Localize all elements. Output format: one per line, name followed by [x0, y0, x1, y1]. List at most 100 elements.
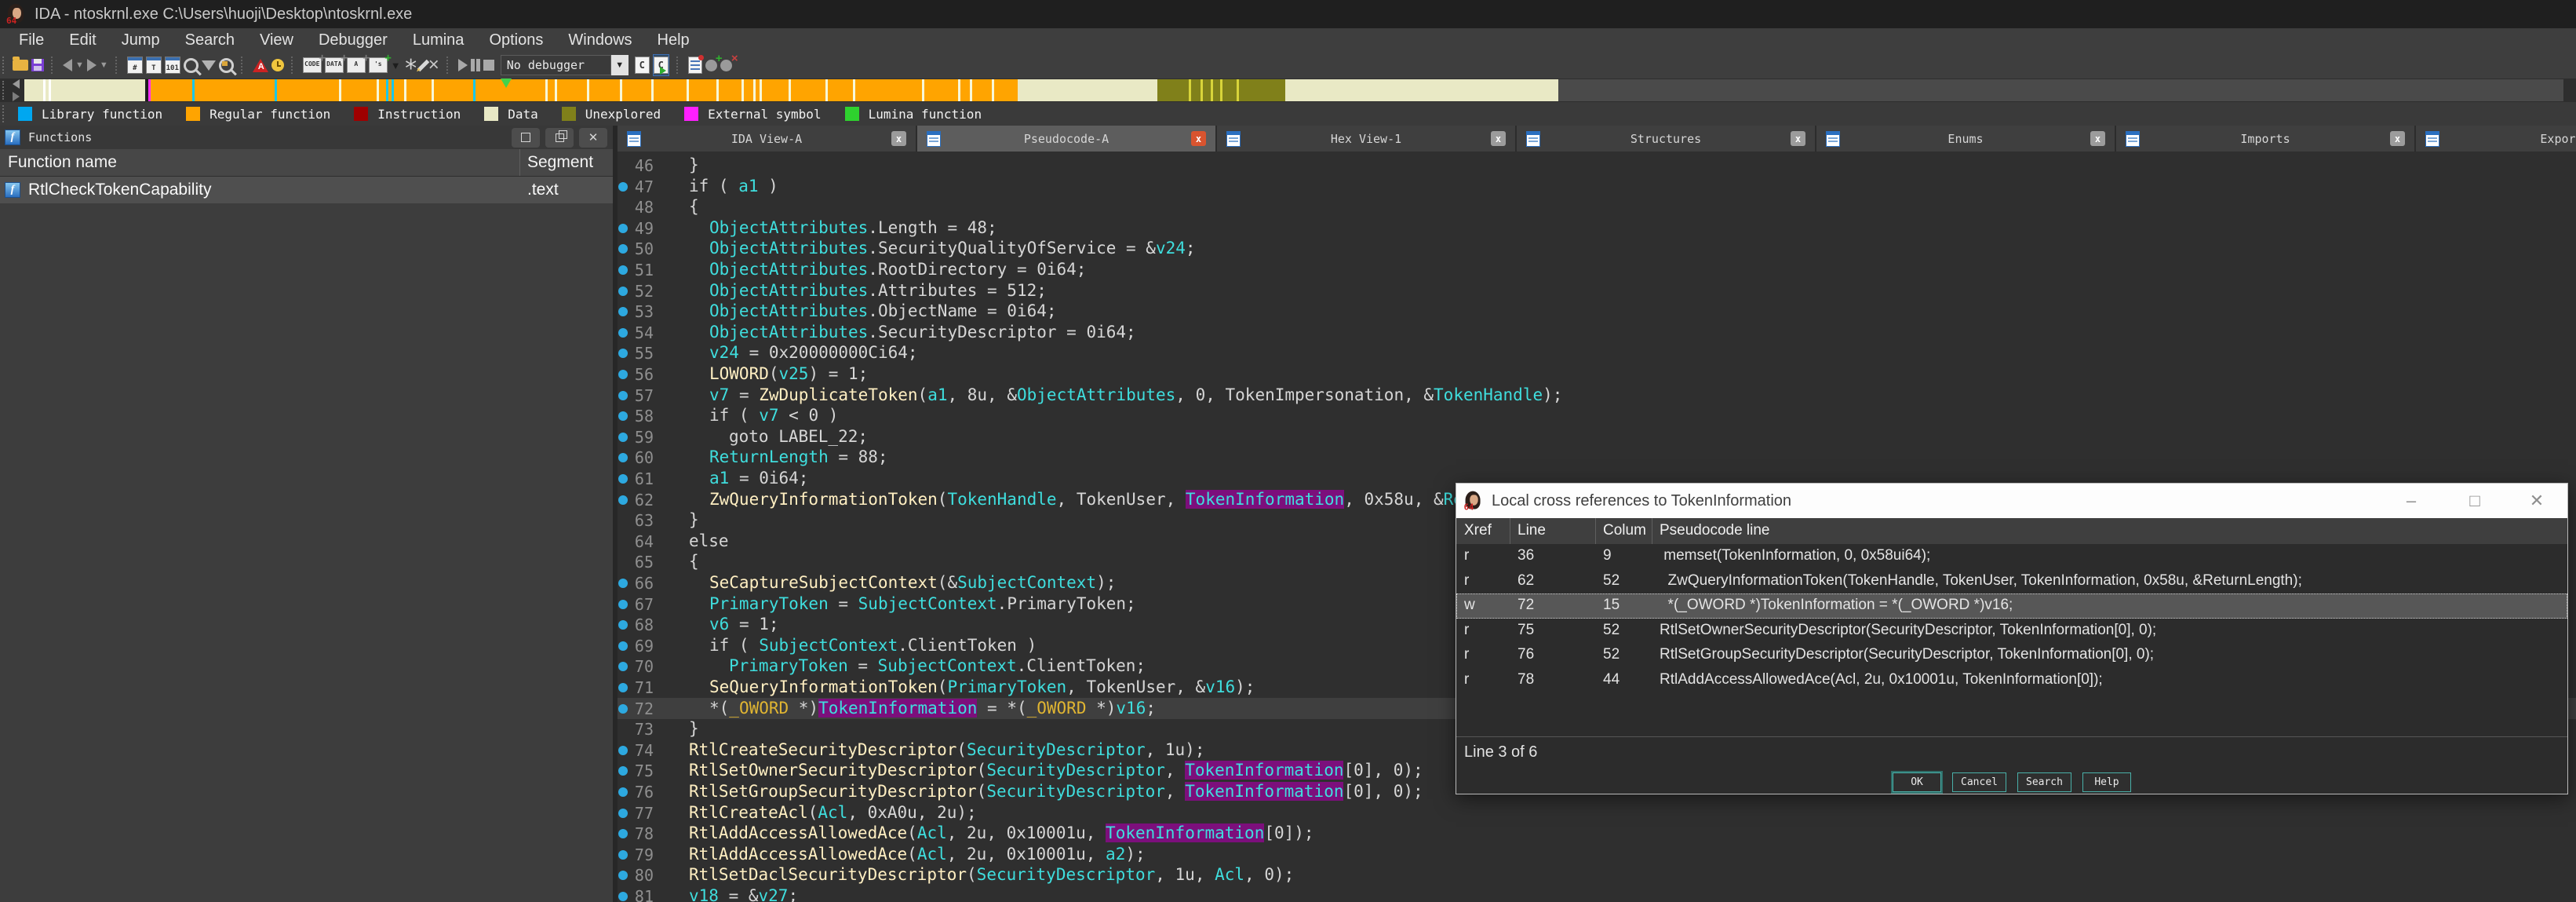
undefine-icon[interactable]: ×	[428, 55, 439, 75]
code-line-50[interactable]: 50ObjectAttributes.SecurityQualityOfServ…	[618, 238, 2576, 259]
xref-minimize-icon[interactable]: –	[2398, 484, 2425, 518]
code-line-58[interactable]: 58if ( v7 < 0 )	[618, 405, 2576, 426]
code-line-60[interactable]: 60ReturnLength = 88;	[618, 447, 2576, 468]
menu-search[interactable]: Search	[173, 28, 247, 52]
menu-jump[interactable]: Jump	[109, 28, 173, 52]
xref-row-line-36[interactable]: r369 memset(TokenInformation, 0, 0x58ui6…	[1456, 544, 2567, 569]
window-hex-icon[interactable]: #	[127, 55, 143, 75]
menu-file[interactable]: File	[6, 28, 56, 52]
menu-lumina[interactable]: Lumina	[400, 28, 477, 52]
stop-process-icon[interactable]	[483, 55, 494, 75]
code-line-51[interactable]: 51ObjectAttributes.RootDirectory = 0i64;	[618, 259, 2576, 280]
analysis-indicator-icon[interactable]	[271, 55, 284, 75]
tab-exports[interactable]: Exportsx	[2416, 126, 2576, 152]
rename-icon[interactable]	[421, 55, 425, 75]
jump-address-icon[interactable]	[202, 55, 216, 75]
tab-close-icon[interactable]: x	[1491, 131, 1506, 146]
debugger-combo-value[interactable]: No debugger	[501, 55, 611, 75]
tab-structures[interactable]: Structuresx	[1517, 126, 1815, 152]
xref-close-icon[interactable]: ✕	[2523, 484, 2550, 518]
tab-enums[interactable]: Enumsx	[1816, 126, 2115, 152]
functions-close-button[interactable]: ✕	[579, 128, 607, 148]
save-icon[interactable]	[31, 55, 44, 75]
functions-maximize-button[interactable]	[512, 128, 540, 148]
menu-options[interactable]: Options	[476, 28, 556, 52]
delete-breakpoint-icon[interactable]	[720, 55, 732, 75]
menu-debugger[interactable]: Debugger	[306, 28, 400, 52]
navigate-back-icon[interactable]	[63, 55, 72, 75]
code-line-47[interactable]: 47if ( a1 )	[618, 176, 2576, 197]
code-line-79[interactable]: 79RtlAddAccessAllowedAce(Acl, 2u, 0x1000…	[618, 844, 2576, 865]
quick-pseudocode-icon[interactable]: C	[653, 54, 669, 76]
search-icon[interactable]	[184, 55, 199, 75]
menu-help[interactable]: Help	[645, 28, 702, 52]
xref-row-line-72[interactable]: w7215 *(_OWORD *)TokenInformation = *(_O…	[1456, 593, 2567, 619]
segments-icon[interactable]	[688, 55, 702, 75]
tab-close-icon[interactable]: x	[2090, 131, 2105, 146]
code-line-48[interactable]: 48{	[618, 196, 2576, 217]
column-function-name[interactable]: Function name	[8, 153, 117, 172]
window-text-icon[interactable]: T	[146, 55, 162, 75]
make-code-icon[interactable]: CODE+	[303, 55, 322, 75]
xref-row-line-62[interactable]: r6252 ZwQueryInformationToken(TokenHandl…	[1456, 569, 2567, 594]
cancel-button[interactable]: Cancel	[1952, 772, 2006, 792]
navigation-band[interactable]	[24, 79, 2563, 101]
code-line-78[interactable]: 78RtlAddAccessAllowedAce(Acl, 2u, 0x1000…	[618, 823, 2576, 844]
debugger-combo-dropdown-icon[interactable]: ▼	[611, 55, 629, 75]
menu-edit[interactable]: Edit	[56, 28, 108, 52]
xref-table-header[interactable]: Xref Line Colum Pseudocode line	[1456, 518, 2567, 544]
functions-float-button[interactable]	[545, 128, 574, 148]
code-line-53[interactable]: 53ObjectAttributes.ObjectName = 0i64;	[618, 301, 2576, 322]
tab-hex-view-1[interactable]: Hex View-1x	[1217, 126, 1515, 152]
code-line-59[interactable]: 59goto LABEL_22;	[618, 426, 2576, 447]
tab-close-icon[interactable]: x	[1791, 131, 1805, 146]
code-line-55[interactable]: 55v24 = 0x20000000Ci64;	[618, 342, 2576, 363]
start-process-icon[interactable]	[458, 55, 468, 75]
code-line-54[interactable]: 54ObjectAttributes.SecurityDescriptor = …	[618, 322, 2576, 343]
back-history-dropdown-icon[interactable]: ▼	[75, 55, 84, 75]
forward-history-dropdown-icon[interactable]: ▼	[100, 55, 108, 75]
tab-close-icon[interactable]: x	[1191, 131, 1206, 146]
menu-view[interactable]: View	[247, 28, 306, 52]
xref-row-line-78[interactable]: r7844RtlAddAccessAllowedAce(Acl, 2u, 0x1…	[1456, 668, 2567, 693]
tab-ida-view-a[interactable]: IDA View-Ax	[618, 126, 916, 152]
xref-maximize-icon[interactable]: □	[2461, 484, 2488, 518]
code-line-77[interactable]: 77RtlCreateAcl(Acl, 0xA0u, 2u);	[618, 802, 2576, 823]
window-binary-icon[interactable]: 101	[165, 55, 180, 75]
code-line-56[interactable]: 56LOWORD(v25) = 1;	[618, 363, 2576, 385]
produce-c-file-icon[interactable]: C	[635, 55, 650, 75]
help-button[interactable]: Help	[2082, 772, 2131, 792]
search-button[interactable]: Search	[2017, 772, 2071, 792]
function-name[interactable]: RtlCheckTokenCapability	[28, 181, 613, 199]
tab-close-icon[interactable]: x	[2390, 131, 2405, 146]
ok-button[interactable]: OK	[1893, 772, 1941, 792]
tab-imports[interactable]: Importsx	[2116, 126, 2414, 152]
code-line-46[interactable]: 46}	[618, 155, 2576, 176]
add-breakpoint-icon[interactable]	[705, 55, 717, 75]
xref-row-line-76[interactable]: r7652RtlSetGroupSecurityDescriptor(Secur…	[1456, 643, 2567, 668]
tab-pseudocode-a[interactable]: Pseudocode-Ax	[917, 126, 1215, 152]
code-line-81[interactable]: 81v18 = &v27;	[618, 886, 2576, 902]
make-dropdown-icon[interactable]: ▼	[391, 55, 401, 75]
navband-position-marker[interactable]	[501, 79, 512, 88]
debugger-selector[interactable]: No debugger▼	[497, 55, 632, 75]
column-segment[interactable]: Segment	[527, 153, 593, 172]
xref-row-line-75[interactable]: r7552RtlSetOwnerSecurityDescriptor(Secur…	[1456, 619, 2567, 644]
code-line-49[interactable]: 49ObjectAttributes.Length = 48;	[618, 217, 2576, 239]
code-line-80[interactable]: 80RtlSetDaclSecurityDescriptor(SecurityD…	[618, 864, 2576, 886]
navband-scroll-right-icon[interactable]	[13, 92, 20, 101]
code-line-52[interactable]: 52ObjectAttributes.Attributes = 512;	[618, 280, 2576, 301]
functions-table-header[interactable]: Function name Segment	[0, 149, 613, 177]
code-line-57[interactable]: 57v7 = ZwDuplicateToken(a1, 8u, &ObjectA…	[618, 385, 2576, 406]
open-file-icon[interactable]	[13, 55, 28, 75]
tab-close-icon[interactable]: x	[891, 131, 906, 146]
legend-drag-handle[interactable]	[2, 105, 7, 122]
navigate-forward-icon[interactable]	[87, 55, 97, 75]
make-ascii-icon[interactable]: A+	[347, 55, 366, 75]
pause-process-icon[interactable]	[471, 55, 480, 75]
make-string-icon[interactable]: 's+	[369, 55, 388, 75]
problems-icon[interactable]: A	[253, 55, 268, 75]
navband-scroll-left-icon[interactable]	[13, 79, 20, 89]
menu-windows[interactable]: Windows	[556, 28, 644, 52]
function-row[interactable]: f RtlCheckTokenCapability .text	[0, 177, 613, 203]
